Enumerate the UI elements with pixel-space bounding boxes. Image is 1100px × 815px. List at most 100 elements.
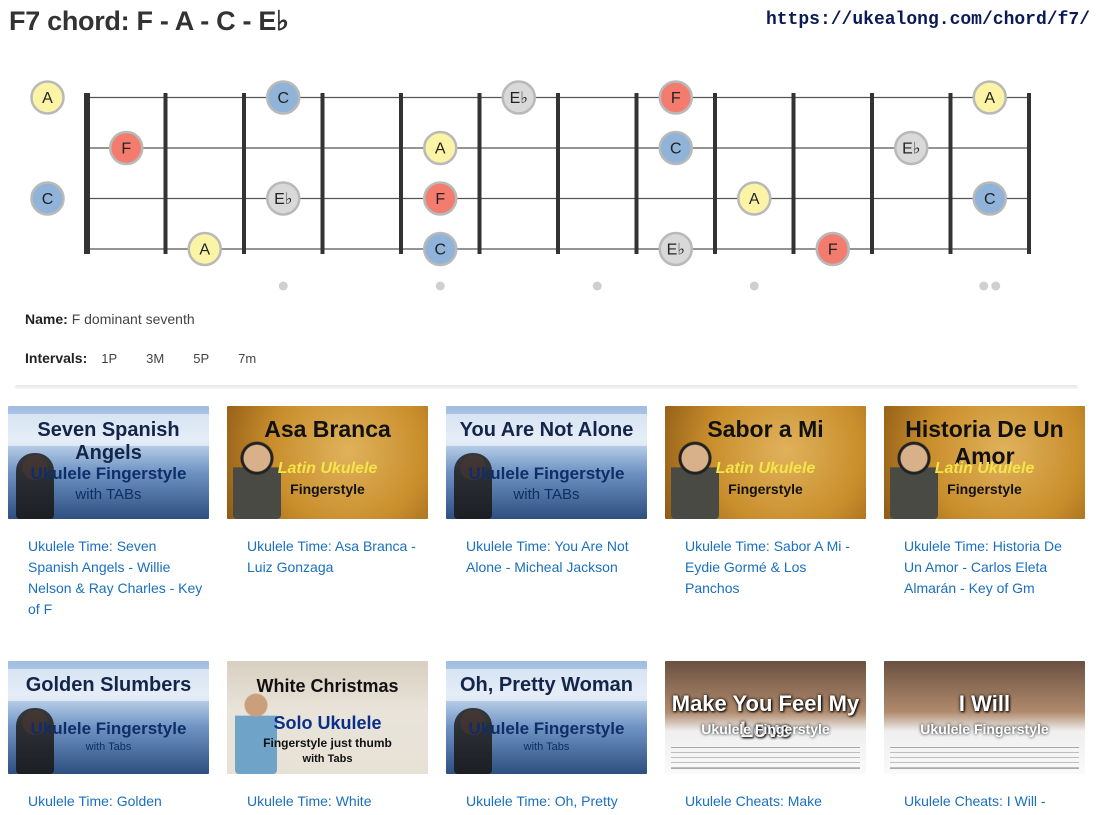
video-thumbnail[interactable]: Sabor a Mi Latin Ukulele Fingerstyle	[665, 406, 866, 519]
inlay-dot	[592, 281, 602, 291]
thumbnail-text: with Tabs	[302, 753, 353, 765]
video-card[interactable]: You Are Not Alone Ukulele Fingerstyle with…	[446, 406, 647, 578]
thumbnail-text: with Tabs	[523, 741, 570, 753]
thumbnail-text: Golden Slumbers	[25, 674, 192, 696]
video-card[interactable]: Asa Branca Latin Ukulele Fingerstyle Ukulel…	[227, 406, 428, 578]
note-label: C	[42, 191, 54, 208]
page-title: F7 chord: F - A - C - E♭	[9, 6, 289, 36]
thumbnail-text: Sabor a Mi	[707, 416, 824, 442]
fretboard-diagram: A C E♭ F A F A C E♭ C E♭ F A C A C E♭ F	[0, 60, 1100, 300]
note-label: A	[749, 191, 760, 208]
thumbnail-text: Ukulele Fingerstyle	[30, 719, 187, 738]
note-label: C	[984, 191, 996, 208]
interval-item: 1P	[101, 350, 118, 366]
note-label: A	[984, 90, 995, 107]
note-label: E♭	[667, 242, 685, 259]
chord-intervals: Intervals: 1P 3M 5P 7m	[25, 350, 285, 366]
note-label: A	[199, 242, 210, 259]
note-label: E♭	[274, 191, 292, 208]
video-link[interactable]: Ukulele Time: Asa Branca - Luiz Gonzaga	[227, 536, 428, 578]
note-label: E♭	[510, 90, 528, 107]
thumbnail-text: with Tabs	[85, 741, 132, 753]
video-card[interactable]: Golden Slumbers Ukulele Fingerstyle with T…	[8, 661, 209, 812]
thumbnail-text: Fingerstyle	[290, 481, 365, 497]
thumbnail-text: I Will	[958, 691, 1011, 716]
tab-staff-graphic	[671, 747, 860, 769]
note-label: C	[434, 242, 446, 259]
note-label: C	[670, 141, 682, 158]
note-label: F	[435, 191, 445, 208]
thumbnail-text: Ukulele Fingerstyle	[468, 464, 625, 483]
video-card[interactable]: Sabor a Mi Latin Ukulele Fingerstyle Ukulel…	[665, 406, 866, 599]
thumbnail-text: Ukulele Fingerstyle	[30, 464, 187, 483]
player-silhouette	[671, 439, 719, 519]
video-link[interactable]: Ukulele Time: Sabor A Mi - Eydie Gormé &…	[665, 536, 866, 599]
note-label: E♭	[902, 141, 920, 158]
video-thumbnail[interactable]: Oh, Pretty Woman Ukulele Fingerstyle with …	[446, 661, 647, 774]
video-thumbnail[interactable]: Asa Branca Latin Ukulele Fingerstyle	[227, 406, 428, 519]
video-link[interactable]: Ukulele Time: White	[227, 791, 428, 812]
thumbnail-text: Ukulele Fingerstyle	[468, 719, 625, 738]
thumbnail-text: Ukulele Fingerstyle	[920, 721, 1049, 737]
video-thumbnail[interactable]: Seven Spanish Angels Ukulele Fingerstyle w…	[8, 406, 209, 519]
interval-item: 3M	[146, 350, 165, 366]
thumbnail-text: Latin Ukulele	[934, 460, 1035, 477]
video-thumbnail[interactable]: Make You Feel My Love Ukulele Fingerstyle	[665, 661, 866, 774]
video-link[interactable]: Ukulele Time: Oh, Pretty	[446, 791, 647, 812]
video-thumbnail[interactable]: You Are Not Alone Ukulele Fingerstyle with…	[446, 406, 647, 519]
thumbnail-text: Fingerstyle	[728, 481, 803, 497]
thumbnail-text: Fingerstyle just thumb	[263, 736, 392, 750]
section-divider	[15, 385, 1078, 389]
video-thumbnail[interactable]: I Will Ukulele Fingerstyle	[884, 661, 1085, 774]
chord-name: Name: F dominant seventh	[25, 311, 195, 327]
video-card[interactable]: Oh, Pretty Woman Ukulele Fingerstyle with …	[446, 661, 647, 812]
intervals-label: Intervals:	[25, 350, 88, 366]
thumbnail-text: Ukulele Fingerstyle	[701, 721, 830, 737]
player-silhouette	[233, 439, 281, 519]
inlay-dot	[991, 281, 1001, 291]
video-card[interactable]: White Christmas Solo Ukulele Fingerstyle j…	[227, 661, 428, 812]
chord-name-value: F dominant seventh	[71, 311, 195, 327]
interval-item: 7m	[238, 350, 257, 366]
chord-name-label: Name:	[25, 311, 68, 327]
thumbnail-text: Latin Ukulele	[277, 460, 378, 477]
thumbnail-text: Seven Spanish Angels	[37, 419, 180, 464]
video-link[interactable]: Ukulele Cheats: Make	[665, 791, 866, 812]
video-link[interactable]: Ukulele Time: Seven Spanish Angels - Wil…	[8, 536, 209, 620]
page-header: F7 chord: F - A - C - E♭ https://ukealon…	[0, 0, 1100, 50]
note-label: C	[277, 90, 289, 107]
inlay-dot	[749, 281, 759, 291]
thumbnail-text: Asa Branca	[264, 416, 391, 442]
thumbnail-text: White Christmas	[256, 676, 399, 696]
tab-staff-graphic	[890, 747, 1079, 769]
thumbnail-text: with TABs	[75, 486, 142, 503]
fretboard-svg: A C E♭ F A F A C E♭ C E♭ F A C A C E♭ F	[30, 80, 1031, 291]
inlay-dot	[435, 281, 445, 291]
note-label: A	[435, 141, 446, 158]
inlay-dot	[979, 281, 989, 291]
video-link[interactable]: Ukulele Cheats: I Will -	[884, 791, 1085, 812]
thumbnail-text: Latin Ukulele	[715, 460, 816, 477]
video-card[interactable]: I Will Ukulele Fingerstyle Ukulele Cheats:…	[884, 661, 1085, 812]
note-label: F	[671, 90, 681, 107]
note-label: F	[121, 141, 131, 158]
note-label: A	[42, 90, 53, 107]
inlay-dot	[278, 281, 288, 291]
video-card[interactable]: Historia De Un Amor Latin Ukulele Fingerst…	[884, 406, 1085, 599]
thumbnail-text: Oh, Pretty Woman	[460, 674, 633, 696]
thumbnail-text: with TABs	[513, 486, 580, 503]
video-link[interactable]: Ukulele Time: Golden	[8, 791, 209, 812]
interval-item: 5P	[193, 350, 210, 366]
thumbnail-text: Solo Ukulele	[273, 713, 382, 733]
video-card[interactable]: Make You Feel My Love Ukulele Fingerstyle…	[665, 661, 866, 812]
video-thumbnail[interactable]: Historia De Un Amor Latin Ukulele Fingerst…	[884, 406, 1085, 519]
thumbnail-text: You Are Not Alone	[459, 419, 634, 441]
video-thumbnail[interactable]: White Christmas Solo Ukulele Fingerstyle j…	[227, 661, 428, 774]
page-url[interactable]: https://ukealong.com/chord/f7/	[766, 10, 1090, 30]
video-link[interactable]: Ukulele Time: You Are Not Alone - Michea…	[446, 536, 647, 578]
video-thumbnail[interactable]: Golden Slumbers Ukulele Fingerstyle with T…	[8, 661, 209, 774]
video-link[interactable]: Ukulele Time: Historia De Un Amor - Carl…	[884, 536, 1085, 599]
thumbnail-text: Fingerstyle	[947, 481, 1022, 497]
video-card[interactable]: Seven Spanish Angels Ukulele Fingerstyle w…	[8, 406, 209, 620]
note-label: F	[828, 242, 838, 259]
